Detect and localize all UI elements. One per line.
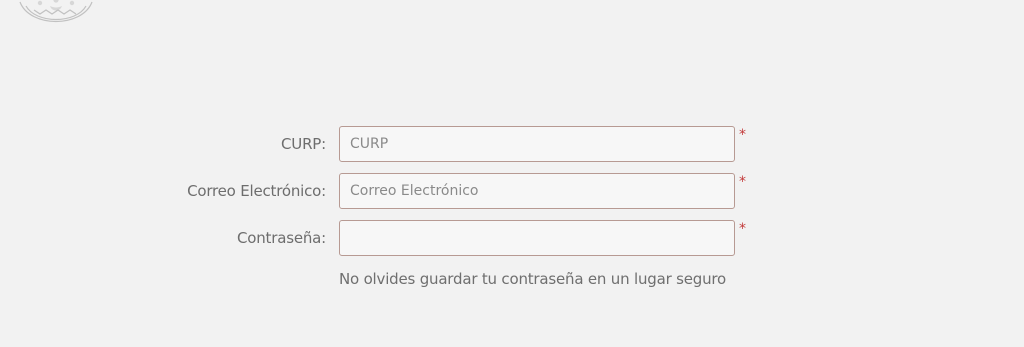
email-label: Correo Electrónico:: [187, 182, 326, 200]
password-row: Contraseña: *: [0, 220, 1024, 256]
curp-input[interactable]: [339, 126, 735, 162]
registration-form: CURP: * Correo Electrónico: * Contraseña…: [0, 0, 1024, 347]
password-hint: No olvides guardar tu contraseña en un l…: [339, 270, 726, 288]
curp-required-marker: *: [739, 127, 746, 143]
curp-row: CURP: *: [0, 126, 1024, 162]
email-row: Correo Electrónico: *: [0, 173, 1024, 209]
email-input[interactable]: [339, 173, 735, 209]
password-input[interactable]: [339, 220, 735, 256]
email-required-marker: *: [739, 174, 746, 190]
password-label: Contraseña:: [237, 229, 326, 247]
password-required-marker: *: [739, 221, 746, 237]
curp-label: CURP:: [281, 135, 326, 153]
